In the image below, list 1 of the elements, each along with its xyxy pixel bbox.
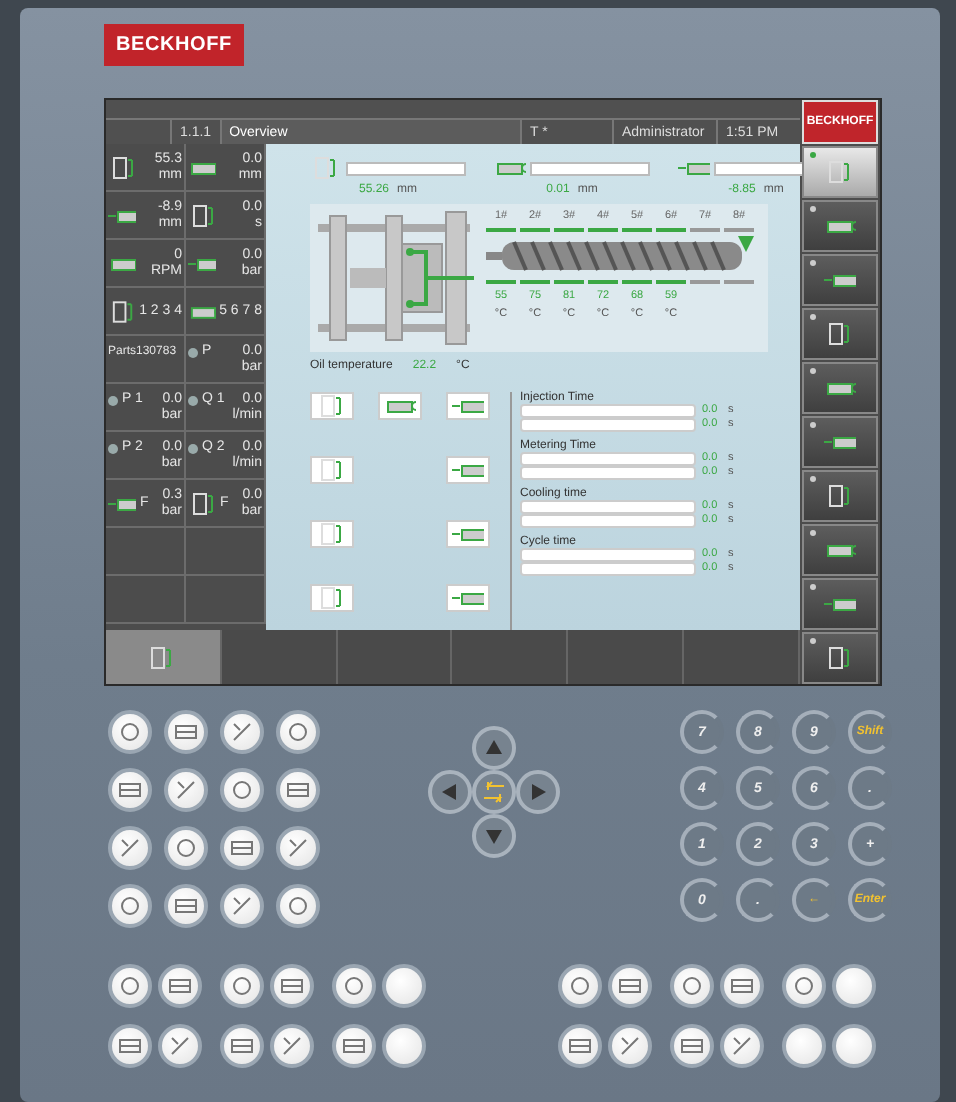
brand-logo: BECKHOFF <box>104 24 244 66</box>
